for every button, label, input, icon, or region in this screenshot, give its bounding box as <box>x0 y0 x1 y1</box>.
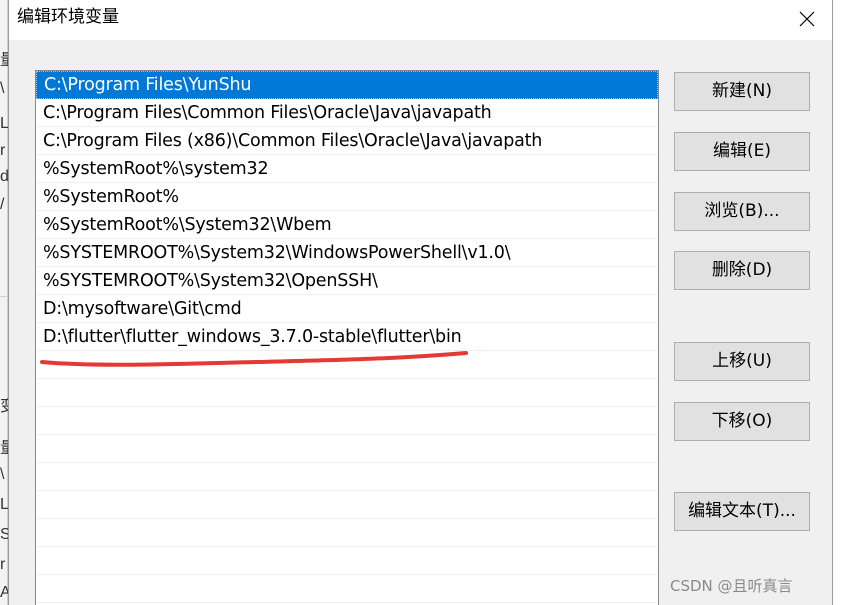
path-list-empty-row[interactable] <box>36 351 658 379</box>
path-list-item[interactable]: %SystemRoot%\System32\Wbem <box>36 211 658 239</box>
watermark: CSDN @且听真言 <box>670 577 793 595</box>
background-text: A <box>0 584 8 601</box>
background-text: \ <box>0 80 5 97</box>
edit-text-button[interactable]: 编辑文本(T)... <box>674 492 810 531</box>
path-list-item[interactable]: %SystemRoot% <box>36 183 658 211</box>
background-text: 量 <box>0 52 8 70</box>
delete-button[interactable]: 删除(D) <box>674 251 810 290</box>
move-down-button[interactable]: 下移(O) <box>674 402 810 441</box>
path-list-item[interactable]: %SystemRoot%\system32 <box>36 155 658 183</box>
move-up-button[interactable]: 上移(U) <box>674 342 810 381</box>
path-list-item[interactable]: %SYSTEMROOT%\System32\OpenSSH\ <box>36 267 658 295</box>
path-list-empty-row[interactable] <box>36 435 658 463</box>
background-text: S <box>0 526 8 543</box>
background-text: \ <box>0 466 5 483</box>
dialog-title: 编辑环境变量 <box>17 7 119 27</box>
path-list-item[interactable]: %SYSTEMROOT%\System32\WindowsPowerShell\… <box>36 239 658 267</box>
background-text: r <box>0 556 6 573</box>
path-list-item[interactable]: C:\Program Files\Common Files\Oracle\Jav… <box>36 99 658 127</box>
path-list-item[interactable]: C:\Program Files\YunShu <box>36 71 658 99</box>
path-list-empty-row[interactable] <box>36 491 658 519</box>
path-list-item[interactable]: C:\Program Files (x86)\Common Files\Orac… <box>36 127 658 155</box>
background-window-edge: 量 \ L r d / 变 量 \ L S r A <box>0 0 8 605</box>
close-icon <box>799 11 815 27</box>
edit-env-variable-dialog: 编辑环境变量 C:\Program Files\YunShu C:\Progra… <box>8 0 833 605</box>
background-text: L <box>0 496 8 513</box>
background-text: 量 <box>0 440 8 458</box>
path-list-empty-row[interactable] <box>36 379 658 407</box>
path-list-empty-row[interactable] <box>36 547 658 575</box>
path-list[interactable]: C:\Program Files\YunShu C:\Program Files… <box>35 70 659 605</box>
background-text: L <box>0 115 8 132</box>
background-text: 变 <box>0 398 8 416</box>
path-list-empty-row[interactable] <box>36 519 658 547</box>
close-button[interactable] <box>794 6 820 32</box>
path-list-empty-row[interactable] <box>36 407 658 435</box>
background-text: r <box>0 142 6 159</box>
background-text: / <box>0 196 5 213</box>
path-list-empty-row[interactable] <box>36 575 658 603</box>
background-text: d <box>0 168 8 185</box>
path-list-empty-row[interactable] <box>36 463 658 491</box>
background-divider <box>0 296 8 297</box>
title-bar[interactable]: 编辑环境变量 <box>9 0 832 40</box>
path-list-item[interactable]: D:\mysoftware\Git\cmd <box>36 295 658 323</box>
browse-button[interactable]: 浏览(B)... <box>674 192 810 231</box>
edit-button[interactable]: 编辑(E) <box>674 132 810 171</box>
new-button[interactable]: 新建(N) <box>674 72 810 111</box>
path-list-item[interactable]: D:\flutter\flutter_windows_3.7.0-stable\… <box>36 323 658 351</box>
